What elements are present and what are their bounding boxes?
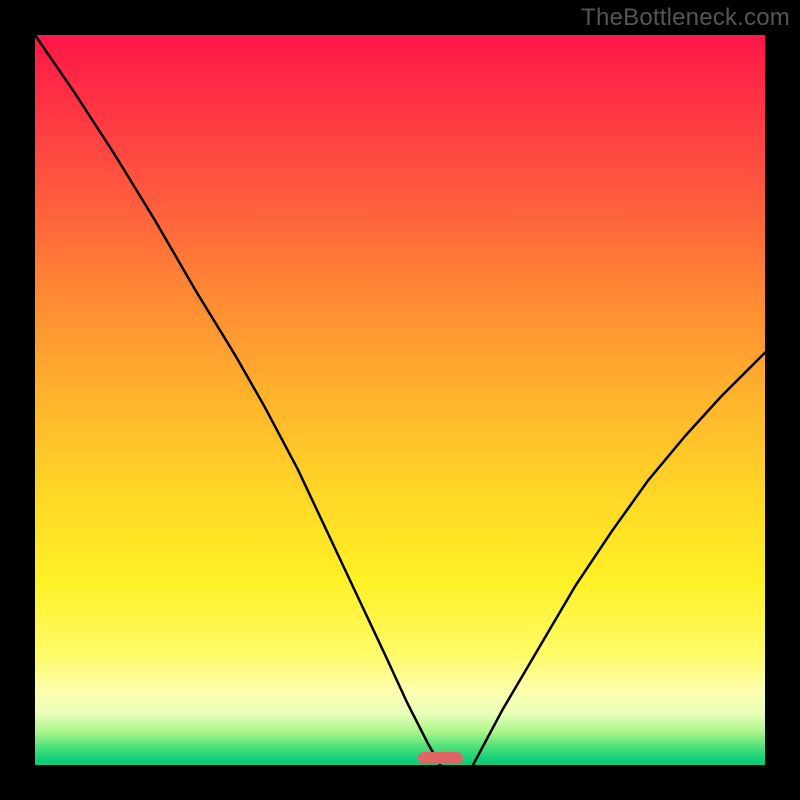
chart-frame: TheBottleneck.com (0, 0, 800, 800)
optimal-marker (418, 752, 463, 764)
curve-right-branch (473, 353, 765, 765)
gradient-plot-area (35, 35, 765, 765)
curve-left-branch (35, 35, 440, 765)
watermark-text: TheBottleneck.com (581, 4, 790, 32)
bottleneck-curve (35, 35, 765, 765)
